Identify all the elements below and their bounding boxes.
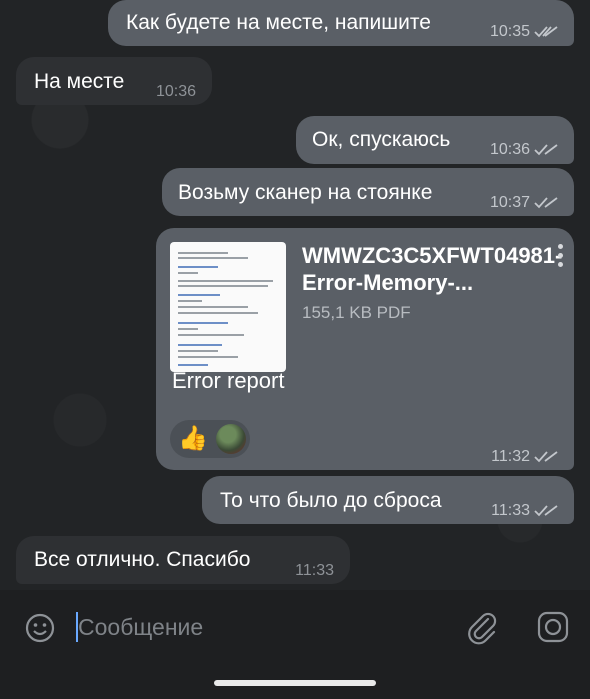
pdf-thumbnail[interactable] xyxy=(170,242,286,372)
message-input[interactable]: Сообщение xyxy=(78,614,203,641)
message-text: То что было до сброса xyxy=(220,489,442,512)
message-meta: 11:32 xyxy=(491,444,560,470)
message-text: Как будете на месте, напишите xyxy=(126,11,431,34)
message-time: 10:36 xyxy=(489,141,530,158)
message-time: 11:32 xyxy=(491,448,530,465)
message-meta: 11:33 xyxy=(491,498,560,524)
message-time: 10:35 xyxy=(489,23,530,40)
message-incoming[interactable]: Все отлично. Спасибо 11:33 xyxy=(16,536,350,584)
attach-icon[interactable] xyxy=(466,610,500,646)
message-outgoing[interactable]: То что было до сброса 11:33 xyxy=(202,476,574,524)
message-time: 10:36 xyxy=(155,83,196,100)
message-caption: Error report xyxy=(172,368,285,393)
message-text: На месте xyxy=(34,70,125,93)
file-name[interactable]: WMWZC3C5XFWT04981-Error-Memory-... xyxy=(302,242,562,296)
message-meta: 10:36 xyxy=(490,137,560,163)
reactor-avatar[interactable] xyxy=(216,424,246,454)
message-outgoing[interactable]: Ок, спускаюсь 10:36 xyxy=(296,116,574,164)
message-text: Возьму сканер на стоянке xyxy=(178,181,433,204)
double-check-icon xyxy=(534,505,558,517)
home-indicator xyxy=(214,680,376,686)
message-input-bar: Сообщение xyxy=(0,590,590,665)
double-check-icon xyxy=(534,197,558,209)
file-size: 155,1 KB PDF xyxy=(302,303,411,322)
more-options-icon[interactable] xyxy=(558,244,564,270)
message-time: 11:33 xyxy=(491,502,530,519)
message-meta: 10:35 xyxy=(490,19,560,45)
double-check-icon xyxy=(534,144,558,156)
thumbs-up-icon[interactable]: 👍 xyxy=(178,424,208,454)
message-incoming[interactable]: На месте 10:36 xyxy=(16,57,212,105)
message-text: Ок, спускаюсь xyxy=(312,128,451,151)
chat-area[interactable]: Как будете на месте, напишите 10:35 На м… xyxy=(0,0,590,590)
message-time: 11:33 xyxy=(295,562,334,579)
camera-icon[interactable] xyxy=(536,610,570,644)
message-outgoing[interactable]: Возьму сканер на стоянке 10:37 xyxy=(162,168,574,216)
double-check-icon xyxy=(534,451,558,463)
message-outgoing[interactable]: Как будете на месте, напишите 10:35 xyxy=(108,0,574,46)
reactions-bar[interactable]: 👍 xyxy=(170,420,250,458)
double-check-icon xyxy=(534,26,558,38)
message-meta: 11:33 xyxy=(295,558,334,584)
message-file-outgoing[interactable]: WMWZC3C5XFWT04981-Error-Memory-... 155,1… xyxy=(156,228,574,470)
message-meta: 10:36 xyxy=(156,79,196,105)
emoji-icon[interactable] xyxy=(24,612,56,644)
message-meta: 10:37 xyxy=(490,190,560,216)
message-text: Все отлично. Спасибо xyxy=(34,548,251,571)
message-time: 10:37 xyxy=(489,194,530,211)
